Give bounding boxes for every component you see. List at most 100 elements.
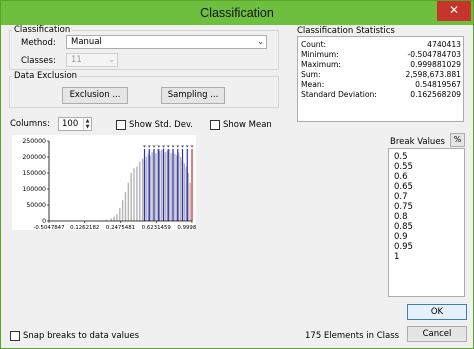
stat-value: 0.999881029: [410, 60, 461, 69]
snap-breaks-label: Snap breaks to data values: [23, 331, 140, 341]
y-tick-label: 100000: [22, 186, 46, 193]
stat-value: 0.54819567: [415, 80, 461, 89]
spinner-arrows-icon[interactable]: ▲ ▼: [83, 118, 91, 130]
histogram-bar: [179, 157, 182, 221]
stat-name: Sum:: [301, 70, 321, 79]
histogram-bar: [127, 182, 130, 221]
stat-row: Standard Deviation: 0.162568209: [301, 90, 461, 100]
data-exclusion-label: Data Exclusion: [12, 71, 80, 81]
histogram-bar: [130, 173, 132, 221]
break-marker: [142, 145, 146, 148]
stat-row: Sum: 2,598,673.881: [301, 70, 461, 80]
method-select[interactable]: Manual ⌄: [66, 35, 267, 49]
show-mean-label: Show Mean: [223, 120, 272, 130]
x-tick-label: 0.1262182: [70, 225, 99, 230]
y-tick-label: 200000: [22, 154, 46, 161]
stat-row: Count: 4740413: [301, 40, 461, 50]
x-tick-label: -0.5047847: [33, 225, 64, 230]
break-marker: [171, 145, 175, 148]
histogram-bar: [139, 161, 141, 221]
histogram-bar: [141, 158, 144, 221]
stat-value: 4740413: [427, 40, 461, 49]
histogram-bar: [119, 208, 121, 221]
histogram-bar: [183, 163, 186, 221]
y-tick-label: 150000: [22, 170, 46, 177]
columns-value: 100: [62, 119, 79, 129]
cancel-button[interactable]: Cancel: [407, 326, 467, 342]
stat-row: Maximum: 0.999881029: [301, 60, 461, 70]
classes-label: Classes:: [21, 56, 56, 66]
snap-breaks-checkbox[interactable]: [10, 331, 20, 341]
break-value-item[interactable]: 0.9: [394, 232, 408, 242]
classes-value: 11: [71, 55, 82, 65]
stat-name: Mean:: [301, 80, 325, 89]
stat-name: Count:: [301, 40, 327, 49]
break-value-item[interactable]: 0.6: [394, 172, 408, 182]
statistics-label: Classification Statistics: [295, 26, 397, 36]
percent-button[interactable]: %: [450, 133, 465, 147]
statistics-panel: Count: 4740413 Minimum: -0.504784703 Max…: [297, 36, 464, 122]
break-value-item[interactable]: 0.55: [394, 162, 413, 172]
stat-name: Standard Deviation:: [301, 90, 377, 99]
histogram-bar: [164, 152, 167, 221]
columns-label: Columns:: [10, 119, 50, 129]
break-marker: [190, 145, 194, 148]
histogram-bar: [124, 192, 127, 221]
break-marker: [166, 145, 170, 148]
y-tick-label: 50000: [26, 202, 46, 209]
method-value: Manual: [71, 37, 102, 47]
y-tick-label: 250000: [22, 138, 46, 145]
histogram-bar: [189, 182, 191, 221]
histogram-bar: [121, 200, 124, 221]
stat-row: Mean: 0.54819567: [301, 80, 461, 90]
sampling-button[interactable]: Sampling ...: [161, 87, 225, 104]
classes-select[interactable]: 11 ⌄: [66, 53, 118, 67]
histogram-chart[interactable]: 250000200000150000100000500000-0.5047847…: [12, 135, 207, 231]
break-marker: [181, 145, 185, 148]
histogram-bar: [133, 168, 135, 221]
x-tick-label: 0.9998810: [177, 225, 196, 230]
break-marker: [176, 145, 180, 148]
break-value-item[interactable]: 0.8: [394, 212, 408, 222]
dialog-title: Classification: [200, 6, 274, 20]
break-value-item[interactable]: 0.85: [394, 222, 413, 232]
stat-value: -0.504784703: [407, 50, 461, 59]
exclusion-button[interactable]: Exclusion ...: [62, 87, 128, 104]
stat-name: Maximum:: [301, 60, 341, 69]
ok-button[interactable]: OK: [407, 304, 467, 320]
break-marker: [185, 145, 189, 148]
histogram-bar: [113, 216, 115, 221]
show-std-dev-checkbox[interactable]: [116, 120, 126, 130]
close-icon[interactable]: ✕: [437, 1, 471, 21]
chevron-down-icon: ⌄: [108, 55, 115, 64]
histogram-bar: [145, 157, 148, 221]
histogram-bar: [174, 153, 176, 221]
stat-value: 2,598,673.881: [405, 70, 461, 79]
histogram-bar: [116, 213, 118, 221]
break-marker: [152, 145, 156, 148]
classification-group-label: Classification: [12, 25, 73, 35]
break-value-item[interactable]: 0.95: [394, 242, 413, 252]
break-marker: [157, 145, 161, 148]
break-value-item[interactable]: 0.65: [394, 182, 413, 192]
x-tick-label: 0.2475481: [106, 225, 135, 230]
break-marker: [161, 145, 165, 148]
break-value-item[interactable]: 0.5: [394, 152, 408, 162]
histogram-panel[interactable]: 250000 200000 150000 100000 50000 0 -0.5047847…: [12, 135, 207, 231]
stat-row: Minimum: -0.504784703: [301, 50, 461, 60]
break-values-list[interactable]: 0.5 0.55 0.6 0.65 0.7 0.75 0.8 0.85 0.9 …: [388, 148, 465, 297]
break-value-item[interactable]: 1: [394, 252, 399, 262]
columns-spinner[interactable]: 100 ▲ ▼: [58, 117, 92, 131]
show-std-dev-label: Show Std. Dev.: [129, 120, 194, 130]
break-value-item[interactable]: 0.7: [394, 192, 408, 202]
x-tick-label: 0.6231459: [142, 225, 172, 230]
method-label: Method:: [21, 38, 56, 48]
histogram-bar: [170, 153, 172, 221]
title-bar[interactable]: Classification ✕: [1, 1, 473, 25]
show-mean-checkbox[interactable]: [210, 120, 220, 130]
stat-name: Minimum:: [301, 50, 339, 59]
classification-dialog: Classification ✕ Classification Method: …: [0, 0, 474, 349]
histogram-bar: [155, 153, 157, 221]
break-value-item[interactable]: 0.75: [394, 202, 413, 212]
break-values-label: Break Values: [390, 137, 445, 147]
